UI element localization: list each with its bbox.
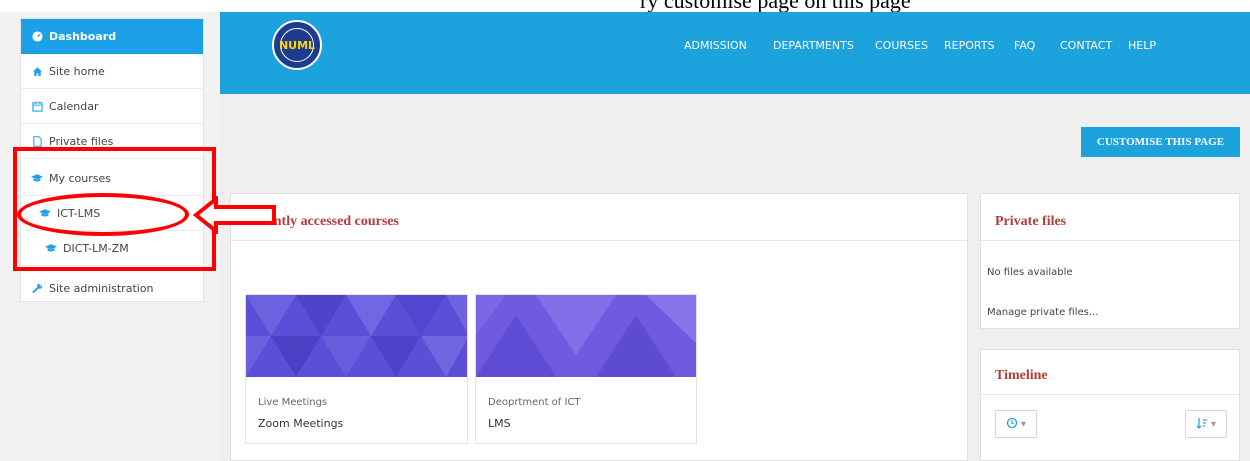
nav-reports[interactable]: REPORTS xyxy=(944,39,994,52)
wrench-icon xyxy=(31,283,43,295)
annotation-arrow-icon xyxy=(192,196,276,234)
top-header: NUML ADMISSION DEPARTMENTS COURSES REPOR… xyxy=(220,12,1250,94)
card-divider xyxy=(231,240,967,241)
sidebar-item-label: My courses xyxy=(49,171,111,185)
nav-courses[interactable]: COURSES xyxy=(875,39,928,52)
sidebar-item-label: Site administration xyxy=(49,282,154,295)
recent-courses-card: Recently accessed courses Live Meetings … xyxy=(230,193,968,461)
course-category: Live Meetings xyxy=(258,397,328,408)
sidebar-item-dict-lm-zm[interactable]: DICT-LM-ZM xyxy=(21,231,203,266)
university-logo[interactable]: NUML xyxy=(272,20,322,70)
sidebar-item-label: Calendar xyxy=(49,99,99,113)
private-files-title: Private files xyxy=(995,214,1067,229)
graduation-cap-icon xyxy=(39,207,51,219)
course-image xyxy=(476,295,696,377)
private-files-card: Private files No files available Manage … xyxy=(980,193,1240,329)
sidebar-item-site-administration[interactable]: Site administration xyxy=(21,271,203,306)
sidebar-nav: Dashboard Site home Calendar Private fil… xyxy=(20,18,204,302)
sidebar-item-dashboard[interactable]: Dashboard xyxy=(21,19,203,54)
course-category: Deoprtment of ICT xyxy=(488,397,581,408)
file-icon xyxy=(31,135,43,147)
logo-emblem: NUML xyxy=(278,28,316,62)
course-name[interactable]: LMS xyxy=(488,417,511,430)
sidebar-item-label: DICT-LM-ZM xyxy=(63,241,129,255)
chevron-down-icon: ▾ xyxy=(1210,418,1217,430)
nav-faq[interactable]: FAQ xyxy=(1014,39,1035,52)
sidebar-item-label: ICT-LMS xyxy=(57,206,101,220)
timeline-card: Timeline ▾ ▾ xyxy=(980,349,1240,461)
nav-help[interactable]: HELP xyxy=(1128,39,1156,52)
sidebar-item-my-courses[interactable]: My courses xyxy=(21,161,203,196)
card-divider xyxy=(981,394,1239,395)
sidebar-item-label: Dashboard xyxy=(49,30,117,43)
home-icon xyxy=(31,65,43,77)
timeline-filter-dropdown[interactable]: ▾ xyxy=(995,410,1037,438)
calendar-icon xyxy=(31,100,43,112)
customise-page-button[interactable]: CUSTOMISE THIS PAGE xyxy=(1081,127,1240,157)
nav-admission[interactable]: ADMISSION xyxy=(684,39,747,52)
graduation-cap-icon xyxy=(31,172,43,184)
course-name[interactable]: Zoom Meetings xyxy=(258,417,343,430)
sidebar-item-ict-lms[interactable]: ICT-LMS xyxy=(21,196,203,231)
sidebar-item-site-home[interactable]: Site home xyxy=(21,54,203,89)
clock-icon xyxy=(1006,417,1018,432)
manage-private-files-link[interactable]: Manage private files... xyxy=(987,307,1098,318)
sort-icon xyxy=(1196,417,1208,432)
timeline-sort-dropdown[interactable]: ▾ xyxy=(1185,410,1227,438)
sidebar-item-calendar[interactable]: Calendar xyxy=(21,89,203,124)
graduation-cap-icon xyxy=(45,242,57,254)
caption-text: ry customise page on this page xyxy=(640,0,911,12)
nav-contact[interactable]: CONTACT xyxy=(1060,39,1112,52)
dashboard-icon xyxy=(31,31,43,43)
logo-text: NUML xyxy=(278,38,316,52)
sidebar-item-private-files[interactable]: Private files xyxy=(21,124,203,159)
course-image xyxy=(246,295,467,377)
nav-departments[interactable]: DEPARTMENTS xyxy=(773,39,854,52)
no-files-text: No files available xyxy=(987,267,1073,278)
sidebar-item-label: Private files xyxy=(49,134,114,148)
sidebar-item-label: Site home xyxy=(49,64,105,78)
course-card-zoom-meetings[interactable]: Live Meetings Zoom Meetings xyxy=(245,294,468,444)
chevron-down-icon: ▾ xyxy=(1020,418,1027,430)
top-caption: ry customise page on this page xyxy=(0,0,1250,12)
timeline-title: Timeline xyxy=(995,368,1048,383)
course-card-lms[interactable]: Deoprtment of ICT LMS xyxy=(475,294,697,444)
card-divider xyxy=(981,240,1239,241)
